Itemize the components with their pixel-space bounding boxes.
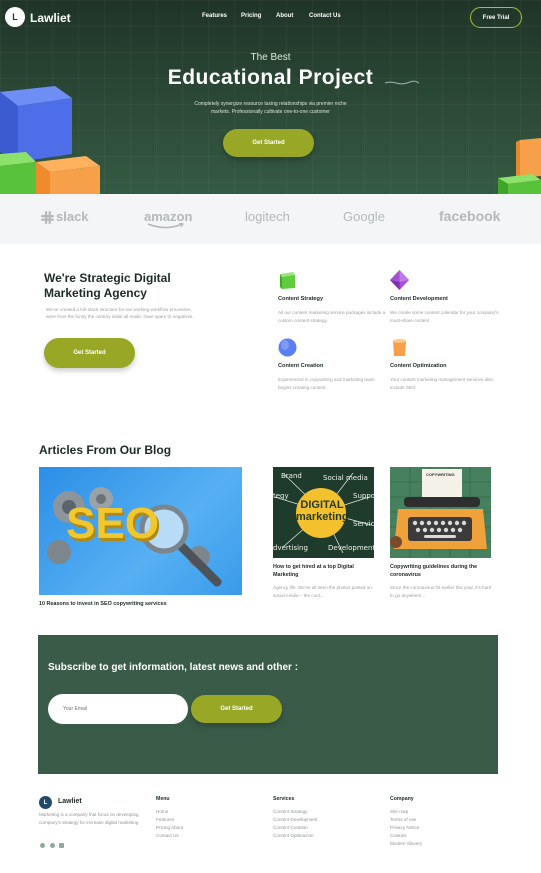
svg-text:Servic: Servic xyxy=(353,520,374,528)
blue-sphere-icon xyxy=(278,338,297,357)
feature-title-optimization: Content Optimization xyxy=(390,363,447,369)
blog-post-1-title[interactable]: 10 Reasons to invest in SEO copywriting … xyxy=(39,600,242,608)
brand-facebook: facebook xyxy=(439,208,501,224)
svg-text:tegy: tegy xyxy=(273,492,289,500)
hero-get-started-button[interactable]: Get Started xyxy=(223,129,314,157)
typewriter-illustration xyxy=(390,467,491,558)
free-trial-button[interactable]: Free Trial xyxy=(470,7,522,28)
logo-icon[interactable]: L xyxy=(5,7,25,27)
email-input[interactable] xyxy=(48,694,188,724)
footer-link-content-creation[interactable]: Content Creation xyxy=(273,825,308,830)
copywriting-image-text: COPYWRITING xyxy=(426,472,455,477)
brand-amazon: amazon xyxy=(144,209,193,224)
subscribe-title: Subscribe to get information, latest new… xyxy=(48,662,299,673)
footer-link-terms-of-use[interactable]: Terms of use xyxy=(390,817,416,822)
brand-google: Google xyxy=(343,209,385,224)
digital-marketing-image-text: DIGITAL marketing xyxy=(296,499,349,523)
footer-link-features[interactable]: Features xyxy=(156,817,174,822)
brand-logitech: logitech xyxy=(245,209,290,224)
slack-logo-icon xyxy=(41,211,54,224)
footer-link-contact-us[interactable]: Contact Us xyxy=(156,833,179,838)
footer-link-home[interactable]: Home xyxy=(156,809,168,814)
hero-section: L Lawliet Features Pricing About Contact… xyxy=(0,0,541,194)
blog-post-2-image[interactable]: Brand Social media tegy Suppo Servic dve… xyxy=(273,467,374,558)
footer-link-content-strategy[interactable]: Content Strategy xyxy=(273,809,307,814)
footer-link-pricing-about[interactable]: Pricing About xyxy=(156,825,183,830)
footer-menu-heading: Menu xyxy=(156,796,170,802)
feature-title-creation: Content Creation xyxy=(278,363,324,369)
nav-contact-us[interactable]: Contact Us xyxy=(309,13,341,19)
feature-title-development: Content Development xyxy=(390,296,448,302)
hero-title: Educational Project xyxy=(167,66,374,89)
blog-post-3-image[interactable]: COPYWRITING xyxy=(390,467,491,558)
blog-post-2-title[interactable]: How to get hired at a top Digital Market… xyxy=(273,563,376,579)
svg-text:Brand: Brand xyxy=(281,472,302,480)
logo-text[interactable]: Lawliet xyxy=(30,11,71,25)
feature-desc-creation: Experienced in copywriting and marketing… xyxy=(278,377,375,390)
amazon-smile-icon xyxy=(147,223,184,229)
footer-services-heading: Services xyxy=(273,796,295,802)
blog-post-3-title[interactable]: Copywriting guidelines during the corona… xyxy=(390,563,494,579)
green-cube-icon xyxy=(280,272,295,289)
footer-description: Marketing is a company that focus on dev… xyxy=(39,812,139,825)
brand-logos-strip: slack amazon logitech Google facebook xyxy=(0,194,541,244)
footer-company-heading: Company xyxy=(390,796,414,802)
social-facebook-icon[interactable] xyxy=(59,843,64,848)
footer-link-cookies[interactable]: Cookies xyxy=(390,833,407,838)
nav-pricing[interactable]: Pricing xyxy=(241,13,261,19)
blog-post-3-excerpt: Since the coronavirus hit earlier this y… xyxy=(390,585,492,598)
svg-text:Social media: Social media xyxy=(323,474,368,482)
purple-diamond-icon xyxy=(390,270,409,290)
social-twitter-icon[interactable] xyxy=(50,843,55,848)
subscribe-get-started-button[interactable]: Get Started xyxy=(191,695,282,723)
svg-text:Development: Development xyxy=(328,544,374,552)
footer-logo-icon[interactable]: L xyxy=(39,796,52,809)
footer-link-privacy-notice[interactable]: Privacy Notice xyxy=(390,825,419,830)
nav-features[interactable]: Features xyxy=(202,13,227,19)
orange-cylinder-icon xyxy=(393,339,406,356)
footer-brand[interactable]: Lawliet xyxy=(58,798,82,805)
feature-title-strategy: Content Strategy xyxy=(278,296,324,302)
subscribe-section: Subscribe to get information, latest new… xyxy=(38,635,498,774)
svg-text:Suppo: Suppo xyxy=(353,492,374,500)
blog-post-1-image[interactable]: SEO xyxy=(39,467,242,595)
blog-section-title: Articles From Our Blog xyxy=(39,443,172,457)
svg-text:dvertising: dvertising xyxy=(273,544,308,552)
brand-slack: slack xyxy=(56,209,89,224)
nav-about[interactable]: About xyxy=(276,13,293,19)
blog-post-2-excerpt: Agency life. We've all seen the photos p… xyxy=(273,585,372,598)
footer-link-modern-slavery[interactable]: Modern Slavery xyxy=(390,841,422,846)
hero-pretitle: The Best xyxy=(250,52,291,63)
strategy-get-started-button[interactable]: Get Started xyxy=(44,338,135,368)
hero-cubes-left xyxy=(0,86,100,194)
footer-link-content-optimazion[interactable]: Content Optimazion xyxy=(273,833,314,838)
feature-desc-optimization: Your content marketing management servic… xyxy=(390,377,493,390)
hero-description: Completely synergize resource taxing rel… xyxy=(194,101,347,115)
seo-image-text: SEO xyxy=(66,499,159,548)
social-instagram-icon[interactable] xyxy=(40,843,45,848)
hero-cubes-right xyxy=(498,138,541,194)
feature-desc-development: We create some content calendar for your… xyxy=(390,310,499,323)
feature-desc-strategy: All our content marketing service packag… xyxy=(278,310,386,323)
strategy-title: We're Strategic Digital Marketing Agency xyxy=(44,271,171,300)
footer-link-content-development[interactable]: Content Development xyxy=(273,817,317,822)
footer-link-site-map[interactable]: Site map xyxy=(390,809,408,814)
strategy-description: We've created a full-stack structure for… xyxy=(46,307,194,319)
